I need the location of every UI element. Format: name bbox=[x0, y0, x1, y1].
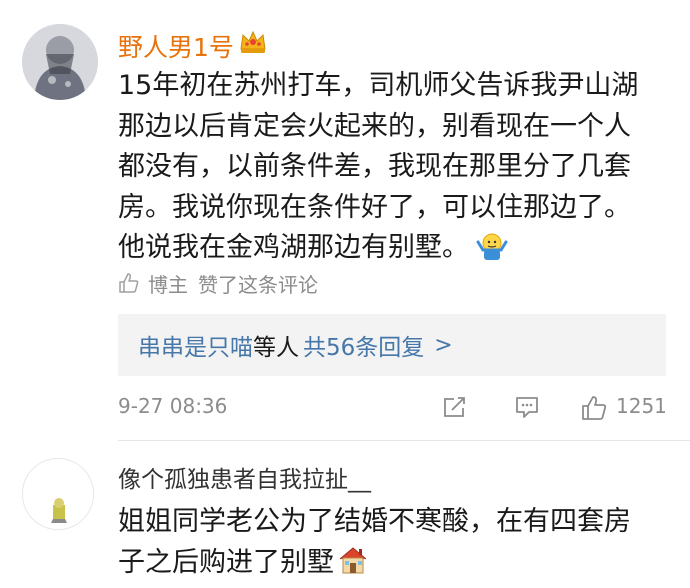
comment-line: 15年初在苏州打车，司机师父告诉我尹山湖 bbox=[118, 70, 639, 101]
comment-icon[interactable] bbox=[514, 394, 540, 420]
comment-line: 房。我说你现在条件好了，可以住那边了。 bbox=[118, 191, 631, 223]
chevron-right-icon: > bbox=[434, 332, 453, 358]
avatar[interactable] bbox=[22, 24, 98, 100]
like-icon[interactable] bbox=[580, 394, 608, 422]
comment-text: 15年初在苏州打车，司机师父告诉我尹山湖 那边以后肯定会火起来的，别看现在一个人… bbox=[118, 66, 678, 269]
crown-icon bbox=[238, 26, 268, 56]
comment-meta-row: 9-27 08:36 1251 bbox=[118, 394, 668, 424]
reply-middle-text: 等人 bbox=[253, 335, 299, 361]
comment-divider bbox=[118, 440, 690, 441]
author-liked-row: 博主 赞了这条评论 bbox=[118, 268, 318, 298]
reply-users[interactable]: 串串是只喵 bbox=[138, 328, 253, 362]
like-count: 1251 bbox=[616, 394, 667, 418]
username[interactable]: 野人男1号 bbox=[118, 28, 234, 64]
comment-text: 姐姐同学老公为了结婚不寒酸，在有四套房 子之后购进了别墅 bbox=[118, 502, 678, 583]
comment-line: 他说我在金鸡湖那边有别墅。 bbox=[118, 232, 469, 263]
thumb-up-outline-icon bbox=[118, 272, 140, 294]
comment-line: 都没有，以前条件差，我现在那里分了几套 bbox=[118, 151, 631, 182]
username[interactable]: 像个孤独患者自我拉扯__ bbox=[118, 460, 371, 494]
comment-line: 姐姐同学老公为了结婚不寒酸，在有四套房 bbox=[118, 506, 631, 537]
liked-text: 赞了这条评论 bbox=[198, 272, 318, 297]
replies-summary[interactable]: 串串是只喵 等人 共56条回复 > bbox=[118, 314, 666, 376]
house-emoji-icon bbox=[336, 544, 370, 576]
comment-line-last: 子之后购进了别墅 bbox=[118, 543, 678, 584]
share-icon[interactable] bbox=[442, 394, 468, 420]
shrug-emoji-icon bbox=[475, 230, 509, 262]
author-label[interactable]: 博主 bbox=[148, 269, 188, 298]
comment-line: 子之后购进了别墅 bbox=[118, 546, 334, 578]
comment-line-last: 他说我在金鸡湖那边有别墅。 bbox=[118, 228, 678, 269]
comment-line: 那边以后肯定会火起来的，别看现在一个人 bbox=[118, 110, 631, 142]
reply-count[interactable]: 共56条回复 bbox=[303, 328, 424, 362]
timestamp: 9-27 08:36 bbox=[118, 394, 228, 418]
avatar[interactable] bbox=[22, 458, 94, 530]
